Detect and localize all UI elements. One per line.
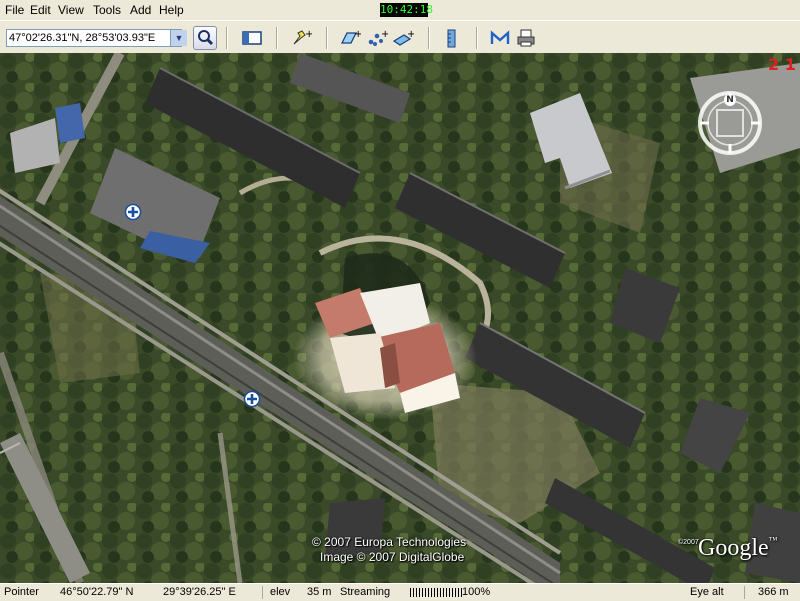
status-bar: Pointer 46°50'22.79" N 29°39'26.25" E el…	[0, 583, 800, 601]
clock-display: 10:42:18	[380, 3, 433, 17]
copyright-small: ©2007	[678, 539, 699, 546]
chevron-down-icon[interactable]: ▼	[170, 30, 187, 46]
svg-text:+: +	[407, 29, 414, 40]
menu-edit[interactable]: Edit	[30, 3, 51, 17]
add-path-button[interactable]: +	[366, 27, 389, 49]
toolbar-separator	[226, 27, 228, 49]
add-polygon-button[interactable]: +	[339, 27, 362, 49]
map-view[interactable]: N 2 1 © 2007 Europa Technologies Image ©…	[0, 53, 800, 583]
print-icon	[517, 29, 535, 47]
streaming-percent: 100%	[462, 586, 491, 598]
google-logo: Google™	[698, 535, 777, 562]
navigation-compass[interactable]: N	[695, 88, 765, 158]
email-button[interactable]	[489, 27, 511, 49]
search-button[interactable]	[193, 26, 217, 50]
eye-alt-value: 366 m	[758, 586, 789, 598]
place-marker-icon[interactable]	[243, 390, 261, 408]
search-icon	[198, 30, 214, 46]
streaming-label: Streaming	[340, 586, 391, 598]
print-button[interactable]	[515, 27, 537, 49]
coordinates-input[interactable]: 47°02'26.31"N, 28°53'03.93"E	[6, 29, 182, 47]
svg-text:+: +	[354, 29, 361, 40]
status-separator	[262, 586, 263, 599]
pointer-label: Pointer	[4, 586, 39, 598]
pointer-longitude: 29°39'26.25" E	[163, 586, 236, 598]
toolbar-separator	[276, 27, 278, 49]
sidebar-toggle-button[interactable]	[241, 27, 263, 49]
pointer-latitude: 46°50'22.79" N	[60, 586, 134, 598]
polygon-icon: +	[340, 29, 362, 44]
menu-file[interactable]: File	[5, 3, 24, 17]
menu-help[interactable]: Help	[159, 3, 184, 17]
menu-add[interactable]: Add	[130, 3, 151, 17]
elev-value: 35 m	[307, 586, 332, 598]
trademark-symbol: ™	[768, 535, 778, 545]
ruler-icon	[447, 29, 456, 48]
place-marker-icon[interactable]	[124, 203, 142, 221]
add-image-overlay-button[interactable]: +	[392, 27, 415, 49]
menu-tools[interactable]: Tools	[93, 3, 121, 17]
sidebar-toggle-icon	[242, 31, 262, 45]
corner-indicator: 2 1	[768, 55, 796, 74]
menu-bar: File Edit View Tools Add Help 10:42:18	[0, 0, 800, 20]
status-separator	[744, 586, 745, 599]
streaming-progress-bar	[410, 588, 462, 597]
path-icon: +	[368, 29, 389, 46]
ruler-button[interactable]	[440, 27, 462, 49]
toolbar-separator	[428, 27, 430, 49]
elev-label: elev	[270, 586, 291, 598]
toolbar-separator	[326, 27, 328, 49]
copyright-digitalglobe: Image © 2007 DigitalGlobe	[320, 550, 465, 564]
svg-text:+: +	[305, 29, 312, 40]
compass-north-label: N	[724, 94, 736, 106]
toolbar: 47°02'26.31"N, 28°53'03.93"E ▼ + + + +	[0, 20, 800, 54]
email-icon	[490, 30, 510, 44]
add-placemark-button[interactable]: +	[290, 27, 313, 49]
google-logo-text: Google	[698, 535, 769, 561]
svg-text:+: +	[381, 29, 388, 40]
placemark-icon: +	[293, 29, 313, 45]
menu-view[interactable]: View	[58, 3, 84, 17]
copyright-europa: © 2007 Europa Technologies	[312, 535, 467, 549]
image-overlay-icon: +	[392, 29, 415, 46]
satellite-imagery	[0, 53, 800, 583]
toolbar-separator	[476, 27, 478, 49]
eye-alt-label: Eye alt	[690, 586, 724, 598]
